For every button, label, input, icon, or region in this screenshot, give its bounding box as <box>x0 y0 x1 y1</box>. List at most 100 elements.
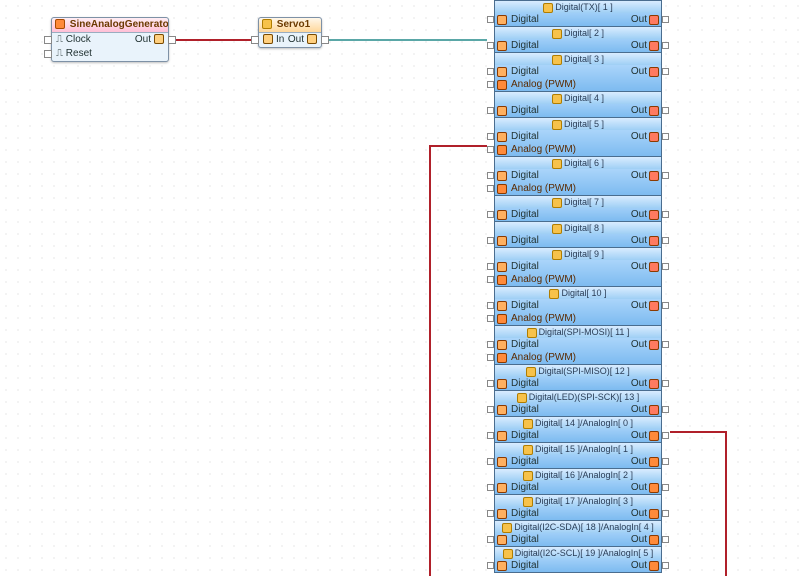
dock-icon[interactable] <box>662 211 669 218</box>
pin-digital-row[interactable]: DigitalOut <box>495 455 661 468</box>
dock-icon[interactable] <box>487 107 494 114</box>
dock-icon[interactable] <box>487 458 494 465</box>
pin-analog-row[interactable]: Analog (PWM) <box>495 78 661 91</box>
pin-slot[interactable]: Digital(I2C-SDA)[ 18 ]/AnalogIn[ 4 ]Digi… <box>494 521 662 547</box>
pin-slot[interactable]: Digital[ 15 ]/AnalogIn[ 1 ]DigitalOut <box>494 443 662 469</box>
pin-digital-row[interactable]: DigitalOut <box>495 338 661 351</box>
pin-slot[interactable]: Digital[ 4 ]DigitalOut <box>494 92 662 118</box>
pin-slot[interactable]: Digital[ 3 ]DigitalOutAnalog (PWM) <box>494 53 662 92</box>
pin-digital-row[interactable]: DigitalOut <box>495 39 661 52</box>
pin-slot[interactable]: Digital[ 9 ]DigitalOutAnalog (PWM) <box>494 248 662 287</box>
port-digital-in[interactable] <box>497 301 507 311</box>
pin-digital-row[interactable]: DigitalOut <box>495 169 661 182</box>
pin-analog-row[interactable]: Analog (PWM) <box>495 273 661 286</box>
port-digital-in[interactable] <box>497 236 507 246</box>
pin-analog-row[interactable]: Analog (PWM) <box>495 312 661 325</box>
dock-icon[interactable] <box>662 172 669 179</box>
dock-icon[interactable] <box>487 263 494 270</box>
dock-icon[interactable] <box>487 354 494 361</box>
port-digital-out[interactable] <box>649 535 659 545</box>
dock-icon[interactable] <box>662 302 669 309</box>
port-digital-out[interactable] <box>649 41 659 51</box>
node-sine-analog-generator[interactable]: SineAnalogGenerator1 ⎍ Clock Out ⎍ Reset <box>51 17 169 62</box>
dock-icon[interactable] <box>487 484 494 491</box>
pin-analog-row[interactable]: Analog (PWM) <box>495 182 661 195</box>
dock-icon[interactable] <box>662 16 669 23</box>
dock-icon[interactable] <box>662 432 669 439</box>
dock-icon[interactable] <box>662 42 669 49</box>
port-digital-in[interactable] <box>497 132 507 142</box>
pin-slot[interactable]: Digital[ 17 ]/AnalogIn[ 3 ]DigitalOut <box>494 495 662 521</box>
port-digital-in[interactable] <box>497 41 507 51</box>
dock-icon[interactable] <box>487 185 494 192</box>
dock-icon[interactable] <box>662 107 669 114</box>
port-analog-in[interactable] <box>497 314 507 324</box>
dock-icon[interactable] <box>662 68 669 75</box>
dock-icon[interactable] <box>662 510 669 517</box>
design-canvas[interactable]: SineAnalogGenerator1 ⎍ Clock Out ⎍ Reset… <box>0 0 800 576</box>
port-digital-out[interactable] <box>649 67 659 77</box>
dock-icon[interactable] <box>662 484 669 491</box>
dock-icon[interactable] <box>487 536 494 543</box>
port-digital-in[interactable] <box>497 483 507 493</box>
dock-icon[interactable] <box>168 36 176 44</box>
port-digital-out[interactable] <box>649 561 659 571</box>
pin-digital-row[interactable]: DigitalOut <box>495 299 661 312</box>
port-digital-in[interactable] <box>497 67 507 77</box>
port-digital-in[interactable] <box>497 210 507 220</box>
dock-icon[interactable] <box>487 510 494 517</box>
pin-digital-row[interactable]: DigitalOut <box>495 403 661 416</box>
dock-icon[interactable] <box>487 302 494 309</box>
port-digital-out[interactable] <box>649 457 659 467</box>
dock-icon[interactable] <box>662 380 669 387</box>
dock-icon[interactable] <box>662 133 669 140</box>
port-digital-in[interactable] <box>497 509 507 519</box>
port-digital-in[interactable] <box>497 405 507 415</box>
dock-icon[interactable] <box>662 562 669 569</box>
dock-icon[interactable] <box>662 237 669 244</box>
pin-digital-row[interactable]: DigitalOut <box>495 507 661 520</box>
port-digital-in[interactable] <box>497 262 507 272</box>
pin-slot[interactable]: Digital(TX)[ 1 ]DigitalOut <box>494 0 662 27</box>
port-analog-in[interactable] <box>497 80 507 90</box>
pin-digital-row[interactable]: DigitalOut <box>495 104 661 117</box>
pin-digital-row[interactable]: DigitalOut <box>495 234 661 247</box>
port-digital-out[interactable] <box>649 15 659 25</box>
port-digital-out[interactable] <box>649 431 659 441</box>
dock-icon[interactable] <box>487 133 494 140</box>
pin-analog-row[interactable]: Analog (PWM) <box>495 351 661 364</box>
dock-icon[interactable] <box>662 406 669 413</box>
pin-digital-row[interactable]: DigitalOut <box>495 208 661 221</box>
pin-digital-row[interactable]: DigitalOut <box>495 481 661 494</box>
dock-icon[interactable] <box>487 432 494 439</box>
pin-digital-row[interactable]: DigitalOut <box>495 260 661 273</box>
port-clock[interactable]: ⎍ Clock <box>56 33 91 47</box>
pin-slot[interactable]: Digital[ 7 ]DigitalOut <box>494 196 662 222</box>
pin-slot[interactable]: Digital[ 16 ]/AnalogIn[ 2 ]DigitalOut <box>494 469 662 495</box>
dock-icon[interactable] <box>487 211 494 218</box>
pin-slot[interactable]: Digital[ 10 ]DigitalOutAnalog (PWM) <box>494 287 662 326</box>
port-out[interactable]: Out <box>135 33 164 47</box>
pin-slot[interactable]: Digital(SPI-MOSI)[ 11 ]DigitalOutAnalog … <box>494 326 662 365</box>
port-digital-in[interactable] <box>497 457 507 467</box>
pin-digital-row[interactable]: DigitalOut <box>495 65 661 78</box>
pin-slot[interactable]: Digital[ 6 ]DigitalOutAnalog (PWM) <box>494 157 662 196</box>
pin-digital-row[interactable]: DigitalOut <box>495 130 661 143</box>
dock-icon[interactable] <box>662 263 669 270</box>
pin-analog-row[interactable]: Analog (PWM) <box>495 143 661 156</box>
pin-slot[interactable]: Digital(SPI-MISO)[ 12 ]DigitalOut <box>494 365 662 391</box>
pin-slot[interactable]: Digital[ 2 ]DigitalOut <box>494 27 662 53</box>
dock-icon[interactable] <box>487 237 494 244</box>
dock-icon[interactable] <box>487 341 494 348</box>
port-digital-in[interactable] <box>497 431 507 441</box>
port-digital-in[interactable] <box>497 171 507 181</box>
board-pin-column[interactable]: Digital(TX)[ 1 ]DigitalOutDigital[ 2 ]Di… <box>494 0 662 573</box>
dock-icon[interactable] <box>487 315 494 322</box>
port-digital-out[interactable] <box>649 171 659 181</box>
port-analog-in[interactable] <box>497 275 507 285</box>
port-digital-out[interactable] <box>649 301 659 311</box>
dock-icon[interactable] <box>487 81 494 88</box>
dock-icon[interactable] <box>44 50 52 58</box>
pin-slot[interactable]: Digital[ 14 ]/AnalogIn[ 0 ]DigitalOut <box>494 417 662 443</box>
dock-icon[interactable] <box>487 406 494 413</box>
